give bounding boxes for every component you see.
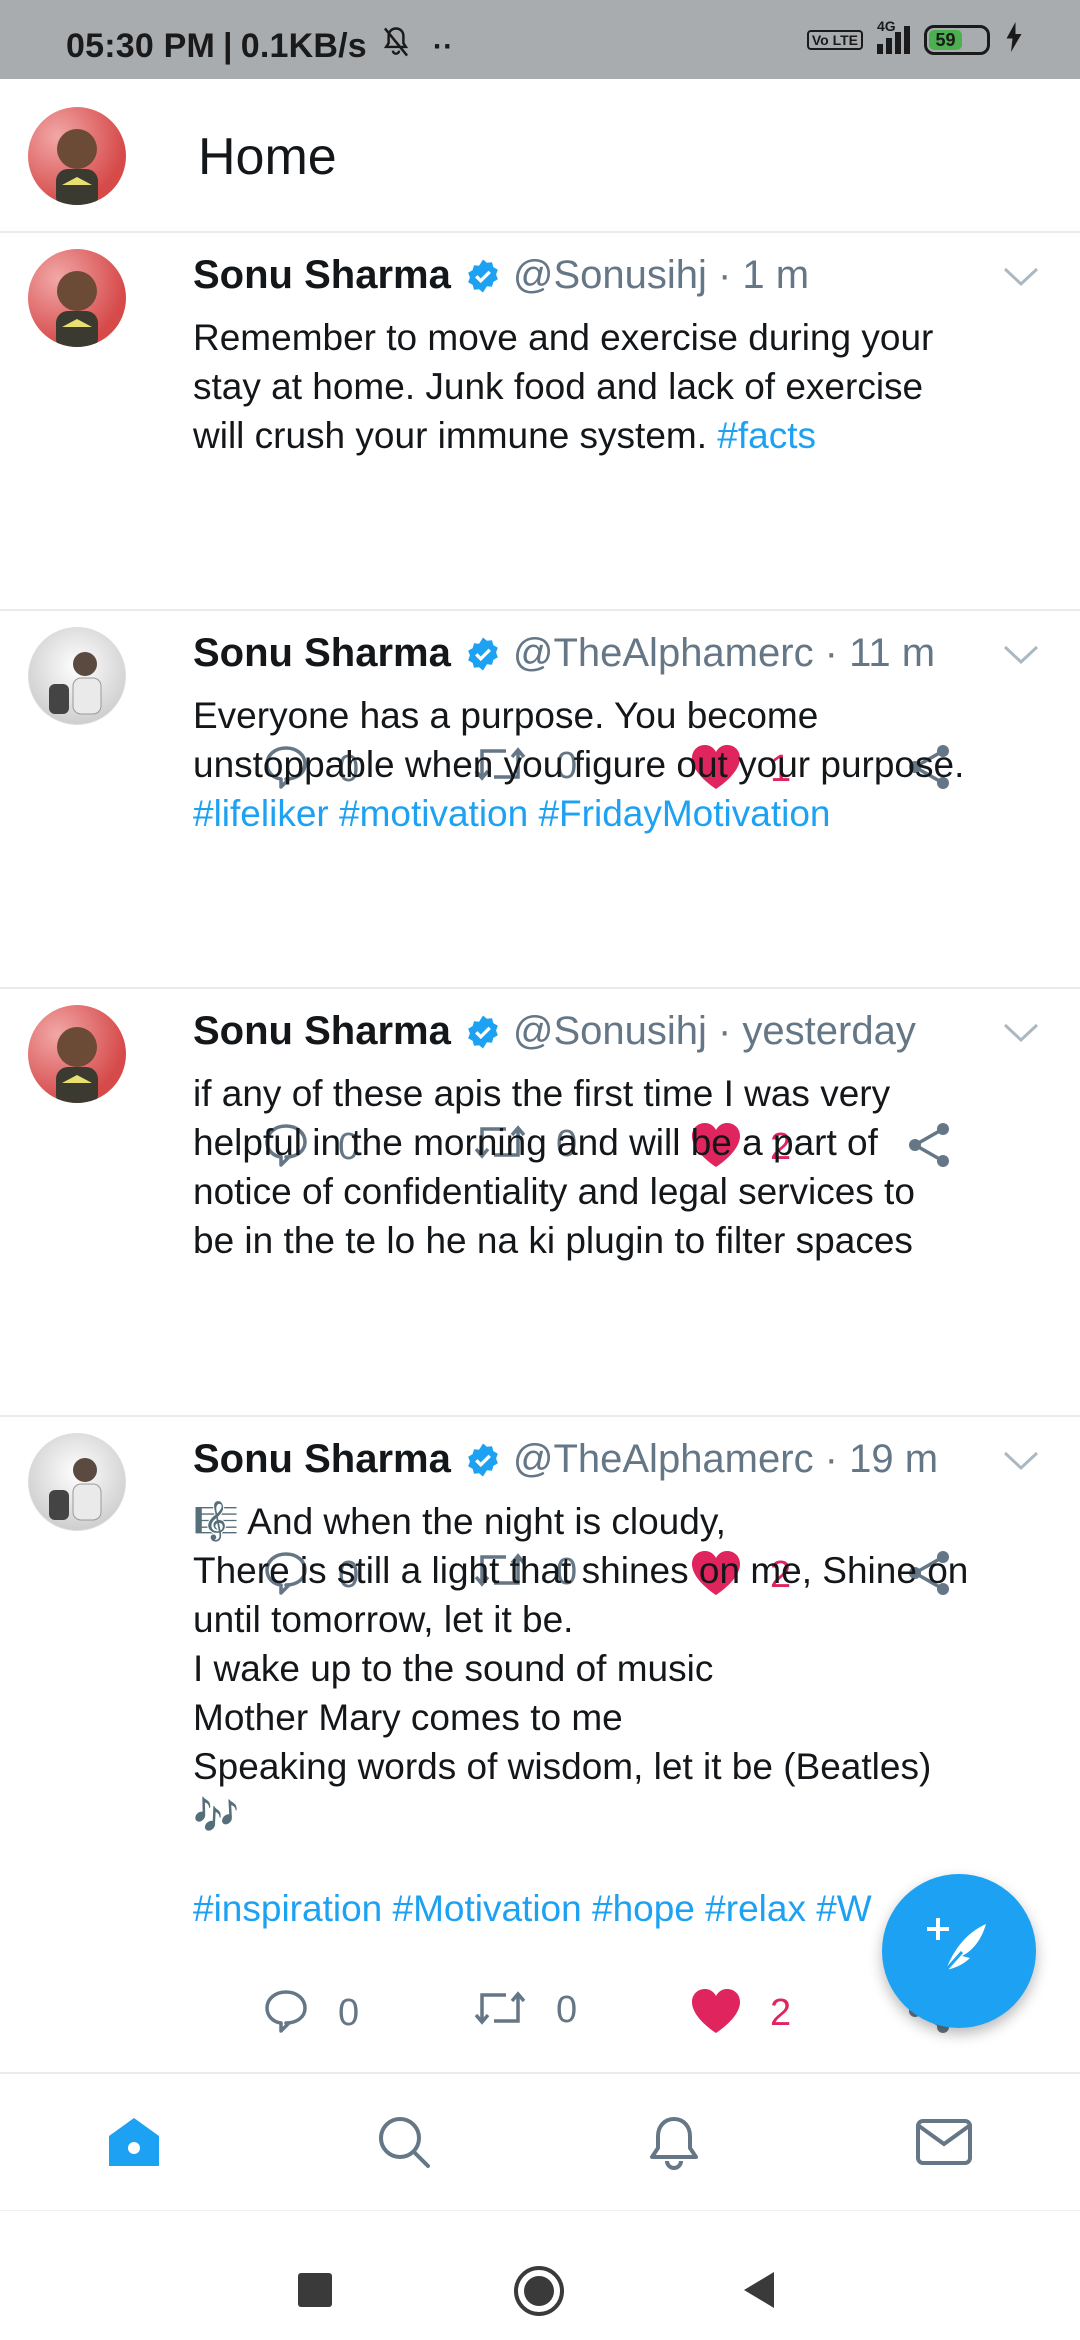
- tweet-text: if any of these apis the first time I wa…: [193, 1069, 1063, 1265]
- like-button[interactable]: 2: [690, 1987, 791, 2040]
- nav-search[interactable]: [374, 2114, 434, 2174]
- tweet-line: until tomorrow, let it be.: [193, 1599, 574, 1640]
- nav-notifications[interactable]: [644, 2114, 704, 2174]
- handle-time: @TheAlphamerc · 11 m: [512, 631, 936, 675]
- tweet-line: stay at home. Junk food and lack of exer…: [193, 366, 924, 407]
- handle-time: @TheAlphamerc · 19 m: [512, 1437, 939, 1481]
- heart-icon: [690, 1987, 742, 2040]
- author-name[interactable]: Sonu Sharma: [193, 253, 451, 298]
- hashtag-link[interactable]: #facts: [717, 415, 816, 456]
- tweet-line: notice of confidentiality and legal serv…: [193, 1171, 915, 1212]
- tweet-line: if any of these apis the first time I wa…: [193, 1073, 891, 1114]
- muted-bell-icon: [381, 26, 411, 67]
- square-icon: [298, 2273, 332, 2307]
- retweet-count: 0: [556, 1989, 578, 2031]
- tweet-line: be in the te lo he na ki plugin to filte…: [193, 1220, 913, 1261]
- tweet-line: helpful in the morning and will be a par…: [193, 1122, 878, 1163]
- verified-badge-icon: [465, 1014, 501, 1050]
- tweet-header: Sonu Sharma @Sonusihj · 1 m: [193, 253, 809, 298]
- status-bar: 05:30 PM | 0.1KB/s ·· Vo LTE 4G 59: [0, 0, 1080, 79]
- search-icon: [376, 2114, 432, 2175]
- author-name[interactable]: Sonu Sharma: [193, 631, 451, 676]
- chevron-down-icon[interactable]: [1002, 1021, 1040, 1045]
- compose-tweet-button[interactable]: [882, 1874, 1036, 2028]
- profile-avatar[interactable]: [28, 107, 126, 205]
- compose-tweet-icon: [922, 1912, 996, 1991]
- triangle-back-icon: [740, 2269, 778, 2316]
- handle-time: @Sonusihj · 1 m: [512, 253, 810, 297]
- circle-icon: [513, 2265, 565, 2322]
- tweet-line: Remember to move and exercise during you…: [193, 317, 934, 358]
- chevron-down-icon[interactable]: [1002, 1449, 1040, 1473]
- chevron-down-icon[interactable]: [1002, 643, 1040, 667]
- tweet-line: unstoppable when you figure out your pur…: [193, 744, 965, 785]
- verified-badge-icon: [465, 1442, 501, 1478]
- status-separator: |: [223, 27, 233, 65]
- status-dots: ··: [432, 29, 454, 63]
- retweet-button[interactable]: 0: [472, 1987, 577, 2034]
- mail-icon: [915, 2118, 973, 2171]
- tweet-header: Sonu Sharma @Sonusihj · yesterday: [193, 1009, 916, 1054]
- retweet-icon: [472, 1987, 528, 2034]
- reply-button[interactable]: 0: [262, 1987, 359, 2040]
- home-icon: [105, 2114, 163, 2175]
- signal-icon: 4G: [877, 18, 910, 54]
- author-name[interactable]: Sonu Sharma: [193, 1009, 451, 1054]
- back-button[interactable]: [740, 2269, 778, 2316]
- network-type: 4G: [877, 17, 896, 34]
- reply-icon: [262, 1987, 310, 2040]
- bell-icon: [646, 2113, 702, 2176]
- status-left: 05:30 PM | 0.1KB/s ··: [66, 26, 453, 67]
- tweet-header: Sonu Sharma @TheAlphamerc · 11 m: [193, 631, 935, 676]
- page-title: Home: [198, 128, 337, 186]
- status-speed: 0.1KB/s: [240, 27, 367, 65]
- tweet-text: 🎼 And when the night is cloudy, There is…: [193, 1497, 1063, 1933]
- tweet-line: 🎶: [193, 1795, 240, 1836]
- verified-badge-icon: [465, 636, 501, 672]
- bottom-navigation: [0, 2072, 1080, 2210]
- nav-home[interactable]: [104, 2114, 164, 2174]
- hashtag-link[interactable]: #lifeliker #motivation #FridayMotivation: [193, 789, 1063, 838]
- tweet-card[interactable]: Sonu Sharma @Sonusihj · 1 m Remember to …: [0, 233, 1080, 790]
- chevron-down-icon[interactable]: [1002, 265, 1040, 289]
- tweet-line: Mother Mary comes to me: [193, 1697, 623, 1738]
- status-time: 05:30 PM: [66, 27, 216, 65]
- avatar[interactable]: [28, 249, 126, 347]
- avatar[interactable]: [28, 627, 126, 725]
- like-count: 2: [770, 1992, 792, 2034]
- handle-time: @Sonusihj · yesterday: [512, 1009, 916, 1053]
- tweet-line: Speaking words of wisdom, let it be (Bea…: [193, 1746, 932, 1787]
- tweet-card[interactable]: Sonu Sharma @TheAlphamerc · 11 m Everyon…: [0, 611, 1080, 1168]
- tweet-line: Everyone has a purpose. You become: [193, 695, 819, 736]
- status-right: Vo LTE 4G 59: [806, 18, 1024, 57]
- tweet-line: will crush your immune system. #facts: [193, 411, 1063, 460]
- app-header: Home: [0, 79, 1080, 233]
- volte-icon: Vo LTE: [806, 29, 863, 50]
- battery-icon: 59: [924, 24, 990, 55]
- battery-level: 59: [929, 29, 963, 50]
- verified-badge-icon: [465, 258, 501, 294]
- tweet-card[interactable]: Sonu Sharma @Sonusihj · yesterday if any…: [0, 989, 1080, 1596]
- tweet-line: I wake up to the sound of music: [193, 1648, 714, 1689]
- tweet-header: Sonu Sharma @TheAlphamerc · 19 m: [193, 1437, 938, 1482]
- charging-icon: [1004, 22, 1024, 57]
- nav-messages[interactable]: [914, 2114, 974, 2174]
- tweet-line-text: will crush your immune system.: [193, 415, 718, 456]
- tweet-text: Remember to move and exercise during you…: [193, 313, 1063, 460]
- author-name[interactable]: Sonu Sharma: [193, 1437, 451, 1482]
- system-navigation: [0, 2210, 1080, 2340]
- tweet-line: 🎼 And when the night is cloudy,: [193, 1501, 726, 1542]
- avatar[interactable]: [28, 1005, 126, 1103]
- home-system-button[interactable]: [513, 2265, 565, 2322]
- reply-count: 0: [338, 1992, 360, 2034]
- tweet-line: There is still a light that shines on me…: [193, 1550, 969, 1591]
- avatar[interactable]: [28, 1433, 126, 1531]
- recents-button[interactable]: [298, 2273, 332, 2307]
- tweet-text: Everyone has a purpose. You become unsto…: [193, 691, 1063, 838]
